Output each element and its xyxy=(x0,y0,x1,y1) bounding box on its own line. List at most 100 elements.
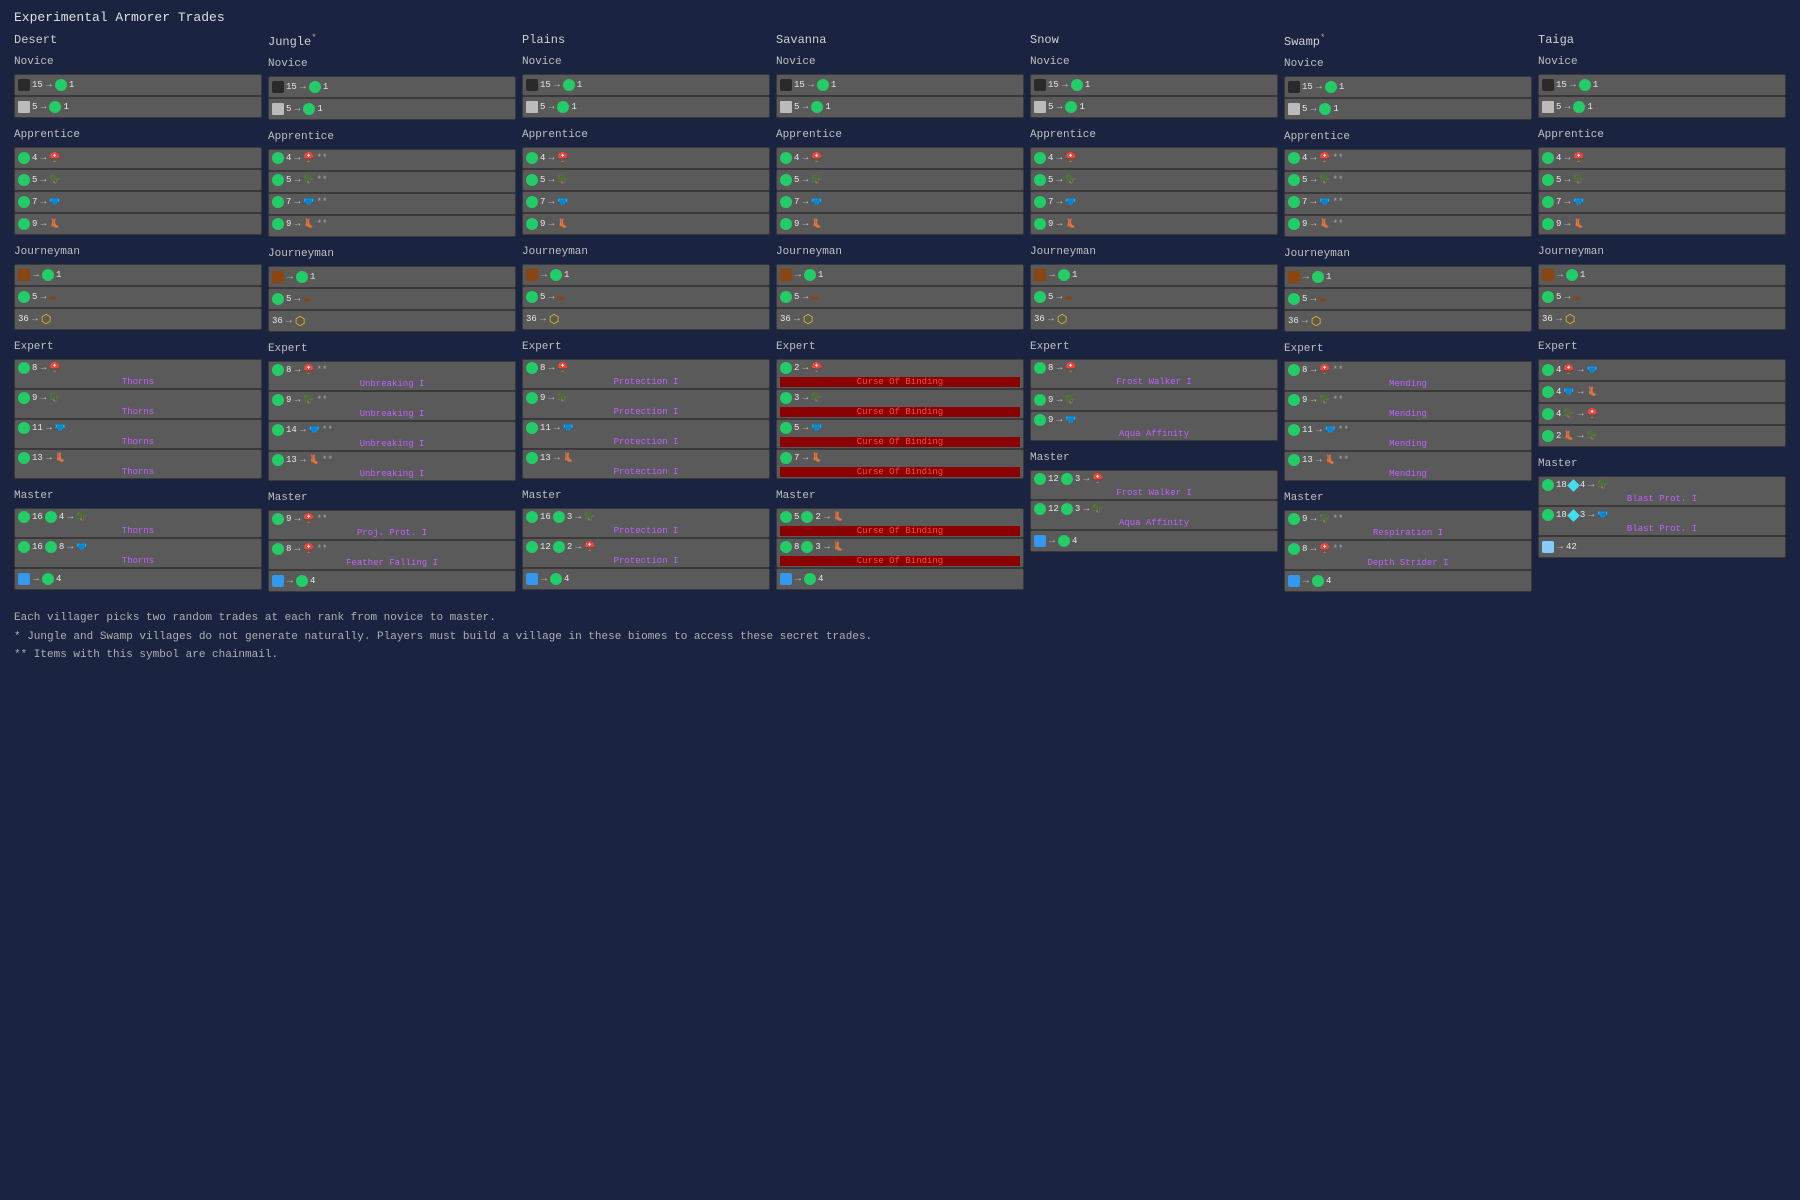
trade-row: → 4 xyxy=(1030,530,1278,552)
biome-plains: Plains xyxy=(522,33,770,47)
trade-row: 15 → 1 xyxy=(776,74,1024,96)
trade-row: 5 → 1 xyxy=(268,98,516,120)
trade-row: 5 → 🪖 xyxy=(776,169,1024,191)
trade-row: 18 3 → 🩲 Blast Prot. I xyxy=(1538,506,1786,536)
trade-row: 5 → 🩲 Curse Of Binding xyxy=(776,419,1024,449)
trade-row: 8 3 → 👢 Curse Of Binding xyxy=(776,538,1024,568)
biome-jungle: Jungle* xyxy=(268,33,516,49)
trade-row: 5 → 1 xyxy=(1030,96,1278,118)
trade-row: 5 → 🪖** xyxy=(1284,171,1532,193)
trade-row: → 1 xyxy=(1284,266,1532,288)
trade-row: 16 4 → 🪖 Thorns xyxy=(14,508,262,538)
trade-row: 36 → ⬡ xyxy=(522,308,770,330)
trade-row: 4 ⛑️ → 🩲 xyxy=(1538,359,1786,381)
trade-row: 5 → 🪖** xyxy=(268,171,516,193)
col-desert: Desert Novice 15 → 1 5 → 1 Apprentice xyxy=(14,33,262,595)
trade-row: → 4 xyxy=(1284,570,1532,592)
trade-row: 2 👢 → 🪖 xyxy=(1538,425,1786,447)
trade-row: 5 → 1 xyxy=(1538,96,1786,118)
trade-row: 5 → 🪖 xyxy=(1030,169,1278,191)
trade-row: 9 → 🪖 xyxy=(1030,389,1278,411)
trade-row: 5 → ▬ xyxy=(1284,288,1532,310)
trade-row: 15 → 1 xyxy=(522,74,770,96)
col-savanna: Savanna Novice 15 → 1 5 → 1 Apprentice xyxy=(776,33,1024,595)
trade-row: 36 → ⬡ xyxy=(14,308,262,330)
trade-row: → 4 xyxy=(268,570,516,592)
biome-taiga: Taiga xyxy=(1538,33,1786,47)
trade-row: → 4 xyxy=(776,568,1024,590)
footnote-2: * Jungle and Swamp villages do not gener… xyxy=(14,628,1786,647)
trade-row: 5 → 1 xyxy=(1284,98,1532,120)
trade-row: 9 → 👢 xyxy=(776,213,1024,235)
trade-row: 8 → ⛑️ Protection I xyxy=(522,359,770,389)
trade-row: → 42 xyxy=(1538,536,1786,558)
trade-row: 8 → ⛑️ Frost Walker I xyxy=(1030,359,1278,389)
trade-row: 8 → ⛑️** Feather Falling I xyxy=(268,540,516,570)
trade-row: 9 → 👢 xyxy=(1030,213,1278,235)
trade-row: 5 → 1 xyxy=(522,96,770,118)
trade-row: 7 → 🩲 xyxy=(522,191,770,213)
trade-row: 4 → ⛑️ xyxy=(14,147,262,169)
footnote-1: Each villager picks two random trades at… xyxy=(14,609,1786,628)
col-swamp: Swamp* Novice 15 → 1 5 → 1 Apprentice xyxy=(1284,33,1532,595)
trade-row: → 1 xyxy=(1538,264,1786,286)
trade-row: 12 2 → ⛑️ Protection I xyxy=(522,538,770,568)
footnote-3: ** Items with this symbol are chainmail. xyxy=(14,646,1786,665)
trade-row: 5 → ▬ xyxy=(268,288,516,310)
trade-row: 8 → ⛑️ Thorns xyxy=(14,359,262,389)
trade-row: 4 → ⛑️ xyxy=(522,147,770,169)
trade-row: 5 → ▬ xyxy=(1538,286,1786,308)
trade-row: 5 → 1 xyxy=(14,96,262,118)
trade-row: 5 → ▬ xyxy=(776,286,1024,308)
trade-row: 16 8 → 🩲 Thorns xyxy=(14,538,262,568)
trade-row: 8 → ⛑️** Mending xyxy=(1284,361,1532,391)
trade-row: → 1 xyxy=(14,264,262,286)
biome-savanna: Savanna xyxy=(776,33,1024,47)
biome-snow: Snow xyxy=(1030,33,1278,47)
trade-row: 4 → ⛑️** xyxy=(268,149,516,171)
trade-row: 13 → 👢 Protection I xyxy=(522,449,770,479)
trade-row: 13 → 👢** Mending xyxy=(1284,451,1532,481)
trade-row: 2 → ⛑️ Curse Of Binding xyxy=(776,359,1024,389)
page-title: Experimental Armorer Trades xyxy=(14,10,1786,25)
trade-row: 36 → ⬡ xyxy=(776,308,1024,330)
trade-row: 4 → ⛑️ xyxy=(776,147,1024,169)
trade-row: 9 → 🪖** Mending xyxy=(1284,391,1532,421)
footnotes: Each villager picks two random trades at… xyxy=(14,609,1786,665)
trade-row: → 1 xyxy=(522,264,770,286)
trade-row: 9 → 🪖** Unbreaking I xyxy=(268,391,516,421)
trade-row: 9 → 🪖** Respiration I xyxy=(1284,510,1532,540)
trade-row: 5 → 1 xyxy=(776,96,1024,118)
biome-swamp: Swamp* xyxy=(1284,33,1532,49)
trade-row: 7 → 🩲** xyxy=(268,193,516,215)
trade-row: 12 3 → 🪖 Aqua Affinity xyxy=(1030,500,1278,530)
trade-row: 4 🩲 → 👢 xyxy=(1538,381,1786,403)
trade-row: → 4 xyxy=(522,568,770,590)
trade-row: 15 → 1 xyxy=(1284,76,1532,98)
trade-row: 11 → 🩲 Protection I xyxy=(522,419,770,449)
trade-row: 9 → 🪖 Protection I xyxy=(522,389,770,419)
trade-row: → 1 xyxy=(268,266,516,288)
trade-row: → 4 xyxy=(14,568,262,590)
trade-row: 9 → ⛑️** Proj. Prot. I xyxy=(268,510,516,540)
trade-row: → 1 xyxy=(776,264,1024,286)
trade-row: 5 2 → 👢 Curse Of Binding xyxy=(776,508,1024,538)
trade-row: 7 → 👢 Curse Of Binding xyxy=(776,449,1024,479)
trade-row: 5 → ▬ xyxy=(1030,286,1278,308)
trade-row: 4 → ⛑️ xyxy=(1030,147,1278,169)
trade-row: 5 → 🪖 xyxy=(522,169,770,191)
trade-row: 14 → 🩲** Unbreaking I xyxy=(268,421,516,451)
trade-row: 7 → 🩲 xyxy=(14,191,262,213)
trades-grid: Desert Novice 15 → 1 5 → 1 Apprentice xyxy=(14,33,1786,595)
trade-row: 15 → 1 xyxy=(14,74,262,96)
trade-row: 5 → ▬ xyxy=(14,286,262,308)
trade-row: 36 → ⬡ xyxy=(1030,308,1278,330)
trade-row: 7 → 🩲 xyxy=(1538,191,1786,213)
col-plains: Plains Novice 15 → 1 5 → 1 Apprentice xyxy=(522,33,770,595)
col-jungle: Jungle* Novice 15 → 1 5 → 1 Apprentice xyxy=(268,33,516,595)
trade-row: 4 🪖 → ⛑️ xyxy=(1538,403,1786,425)
trade-row: 5 → ▬ xyxy=(522,286,770,308)
trade-row: 12 3 → ⛑️ Frost Walker I xyxy=(1030,470,1278,500)
trade-row: 5 → 🪖 xyxy=(1538,169,1786,191)
trade-row: 15 → 1 xyxy=(1538,74,1786,96)
